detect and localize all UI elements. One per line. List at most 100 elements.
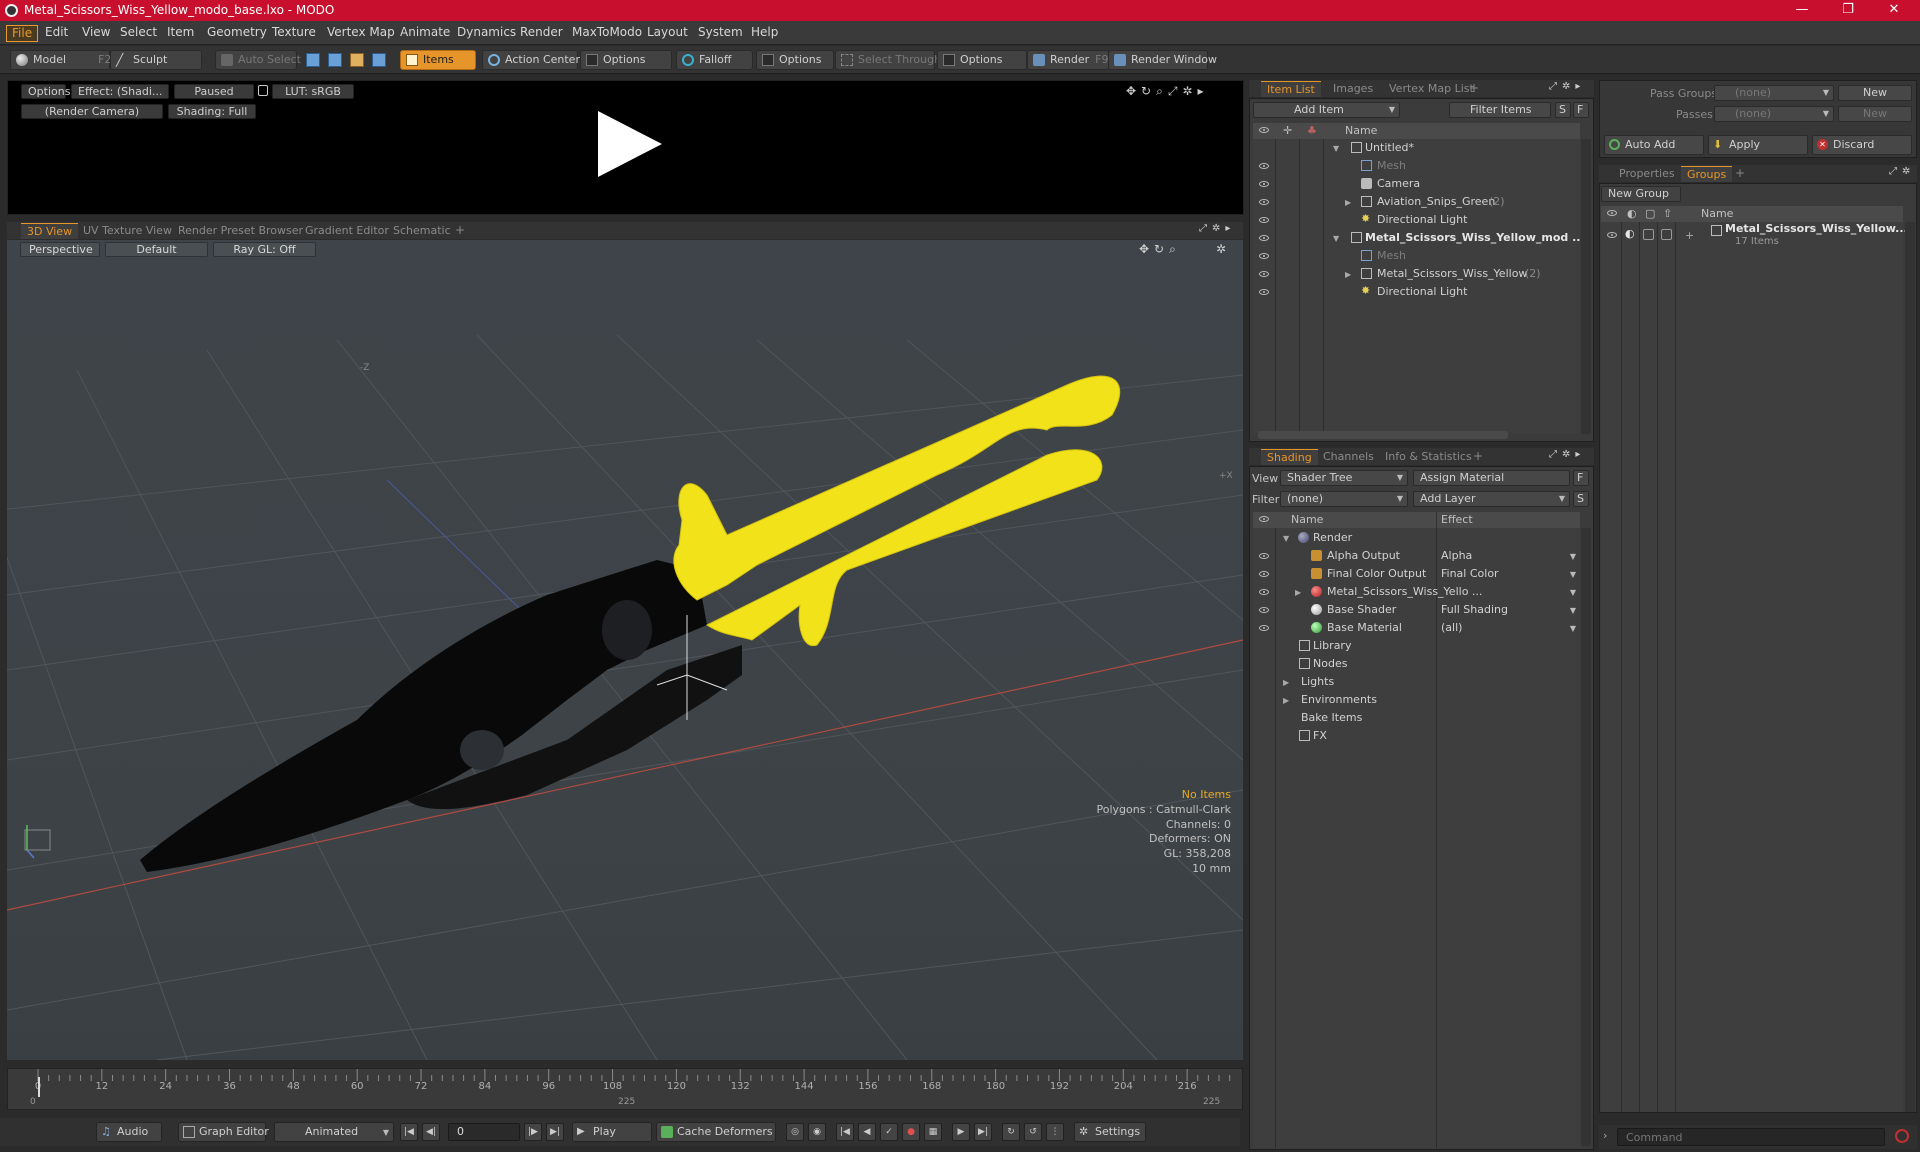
audio-button[interactable]: ♫ Audio [96, 1122, 162, 1142]
menu-animate[interactable]: Animate [395, 25, 455, 42]
menu-item[interactable]: Item [162, 25, 199, 42]
list-item[interactable]: ✸ Directional Light [1253, 211, 1580, 229]
chevron-down-icon[interactable]: ▼ [1570, 584, 1576, 601]
3d-viewport[interactable]: Perspective Default Ray GL: Off ✥↻⌕ ✲ -Z… [7, 240, 1243, 1060]
tab-properties[interactable]: Properties [1613, 166, 1681, 182]
preview-view-controls[interactable]: ✥↻⌕⤢✲▸ [1126, 84, 1209, 99]
menu-vertex-map[interactable]: Vertex Map [322, 25, 400, 42]
shading-f-button[interactable]: F [1573, 470, 1589, 486]
cache-deformers-button[interactable]: Cache Deformers [656, 1122, 776, 1142]
menu-texture[interactable]: Texture [267, 25, 321, 42]
visibility-eye-icon[interactable] [1259, 181, 1269, 187]
expand-arrow-icon[interactable]: ▶ [1345, 194, 1351, 211]
timeline-playhead[interactable] [38, 1077, 40, 1097]
key-set-icon[interactable]: ▦ [924, 1123, 942, 1141]
play-icon[interactable] [598, 111, 662, 177]
expand-arrow-icon[interactable]: ▼ [1333, 140, 1339, 157]
shader-row[interactable]: Library [1253, 637, 1580, 655]
play-button[interactable]: ▶ Play [572, 1122, 652, 1142]
tab-vertex-map-list[interactable]: Vertex Map List [1383, 81, 1480, 97]
tab-shading[interactable]: Shading [1261, 449, 1318, 465]
next-keyframe-icon[interactable]: ▶| [974, 1123, 992, 1141]
menu-view[interactable]: View [77, 25, 115, 42]
tab-uv-texture-view[interactable]: UV Texture View [77, 223, 178, 239]
expand-arrow-icon[interactable]: ▶ [1283, 674, 1289, 691]
refresh-icon[interactable]: ↺ [1024, 1123, 1042, 1141]
list-item[interactable]: ▼ Untitled* [1253, 139, 1580, 157]
item-list-f-button[interactable]: F [1573, 102, 1589, 118]
shading-s-button[interactable]: S [1573, 491, 1589, 507]
tab-render-preset-browser[interactable]: Render Preset Browser [172, 223, 309, 239]
preview-lut-dropdown[interactable]: LUT: sRGB [272, 84, 354, 99]
expand-arrow-icon[interactable]: ▼ [1283, 530, 1289, 547]
action-center-button[interactable]: Action Center [482, 50, 580, 70]
vertices-mode-icon[interactable] [306, 53, 320, 67]
go-to-end-button[interactable]: ▶| [546, 1123, 564, 1141]
tab-channels[interactable]: Channels [1317, 449, 1380, 465]
new-group-button[interactable]: New Group [1601, 186, 1681, 202]
snap-icon[interactable]: ⋮ [1046, 1123, 1064, 1141]
prev-keyframe-icon[interactable]: |◀ [836, 1123, 854, 1141]
visibility-eye-icon[interactable] [1259, 553, 1269, 559]
discard-button[interactable]: ✕ Discard [1812, 135, 1912, 155]
tab-gradient-editor[interactable]: Gradient Editor [299, 223, 395, 239]
menu-layout[interactable]: Layout [642, 25, 693, 42]
render-button[interactable]: Render F9 [1027, 50, 1109, 70]
menu-file[interactable]: File [6, 25, 39, 42]
prev-key-button[interactable]: ◀| [422, 1123, 440, 1141]
visibility-eye-icon[interactable] [1259, 217, 1269, 223]
filter-items-field[interactable]: Filter Items [1449, 102, 1551, 118]
tab-images[interactable]: Images [1327, 81, 1379, 97]
menu-maxtomodo[interactable]: MaxToModo [567, 25, 647, 42]
auto-add-button[interactable]: Auto Add [1604, 135, 1704, 155]
shader-row[interactable]: ▶ Environments [1253, 691, 1580, 709]
menu-geometry[interactable]: Geometry [202, 25, 272, 42]
model-mode-button[interactable]: Model F2 [10, 50, 111, 70]
shading-panel-controls[interactable]: ⤢✲▸ [1549, 449, 1585, 460]
tab-info-statistics[interactable]: Info & Statistics [1379, 449, 1478, 465]
polygons-mode-icon[interactable] [350, 53, 364, 67]
shader-row[interactable]: FX [1253, 727, 1580, 745]
settings-button[interactable]: ✲ Settings [1074, 1122, 1146, 1142]
loop-icon[interactable]: ↻ [1002, 1123, 1020, 1141]
list-item[interactable]: Mesh [1253, 157, 1580, 175]
falloff-button[interactable]: Falloff [676, 50, 753, 70]
shader-row[interactable]: Bake Items [1253, 709, 1580, 727]
visibility-eye-icon[interactable] [1259, 571, 1269, 577]
view-dropdown[interactable]: Shader Tree ▼ [1280, 470, 1408, 486]
chevron-down-icon[interactable]: ▼ [1570, 548, 1576, 565]
item-list-panel-controls[interactable]: ⤢✲▸ [1549, 81, 1585, 92]
falloff-options-button[interactable]: Options [756, 50, 834, 70]
tab-schematic[interactable]: Schematic [387, 223, 457, 239]
select-through-options-button[interactable]: Options [937, 50, 1027, 70]
key-icon[interactable]: ◉ [808, 1123, 826, 1141]
items-mode-button[interactable]: Items [400, 50, 476, 70]
visibility-eye-icon[interactable] [1259, 271, 1269, 277]
assign-material-button[interactable]: Assign Material [1413, 470, 1570, 486]
auto-key-icon[interactable]: ✓ [880, 1123, 898, 1141]
expand-arrow-icon[interactable]: ▼ [1333, 230, 1339, 247]
apply-button[interactable]: ⬇ Apply [1708, 135, 1808, 155]
expand-arrow-icon[interactable]: ▶ [1345, 266, 1351, 283]
visibility-eye-icon[interactable] [1259, 163, 1269, 169]
edges-mode-icon[interactable] [328, 53, 342, 67]
visibility-eye-icon[interactable] [1607, 232, 1617, 238]
tab-groups[interactable]: Groups [1681, 166, 1733, 182]
menu-render[interactable]: Render [515, 25, 568, 42]
record-icon[interactable]: ● [902, 1123, 920, 1141]
select-through-button[interactable]: Select Through [835, 50, 941, 70]
shader-row[interactable]: Base Material (all) ▼ [1253, 619, 1580, 637]
visibility-eye-icon[interactable] [1259, 589, 1269, 595]
list-item[interactable]: ▼ Metal_Scissors_Wiss_Yellow_mod ... [1253, 229, 1585, 247]
preview-options-button[interactable]: Options [21, 84, 70, 99]
visibility-eye-icon[interactable] [1259, 253, 1269, 259]
group-row[interactable]: ◐ + Metal_Scissors_Wiss_Yellow... 17 Ite… [1601, 222, 1908, 253]
shader-row[interactable]: Base Shader Full Shading ▼ [1253, 601, 1580, 619]
render-window-button[interactable]: Render Window [1108, 50, 1217, 70]
key-filter-icon[interactable]: ◎ [786, 1123, 804, 1141]
lock-icon[interactable] [258, 85, 268, 96]
maximize-button[interactable]: ❐ [1825, 0, 1871, 21]
new-pass-group-button[interactable]: New [1838, 85, 1912, 101]
shader-row[interactable]: Alpha Output Alpha ▼ [1253, 547, 1580, 565]
add-item-dropdown[interactable]: Add Item ▼ [1253, 102, 1400, 118]
